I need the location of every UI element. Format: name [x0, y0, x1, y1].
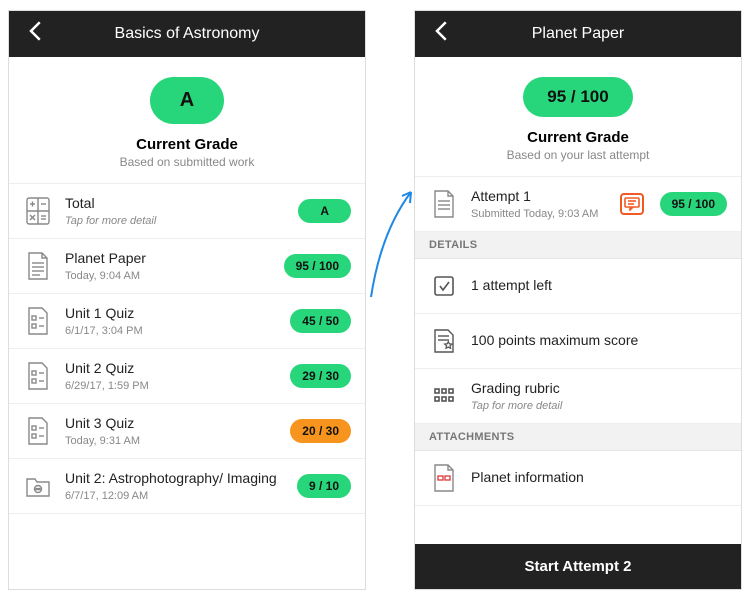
item-title: Planet Paper: [65, 250, 272, 268]
points-icon: [429, 324, 459, 358]
grade-item-total[interactable]: Total Tap for more detail A: [9, 184, 365, 239]
detail-attempts-left: 1 attempt left: [415, 259, 741, 314]
back-button[interactable]: [427, 16, 457, 52]
grade-pill: 9 / 10: [297, 474, 351, 498]
feedback-icon: [624, 197, 640, 211]
detail-rubric[interactable]: Grading rubric Tap for more detail: [415, 369, 741, 424]
overall-grade-pill: A: [150, 77, 224, 124]
item-sub: 6/1/17, 3:04 PM: [65, 325, 278, 337]
grade-item-unit3-quiz[interactable]: Unit 3 Quiz Today, 9:31 AM 20 / 30: [9, 404, 365, 459]
calculator-icon: [23, 194, 53, 228]
feedback-badge[interactable]: [620, 193, 644, 215]
rubric-icon: [429, 379, 459, 413]
test-icon: [23, 414, 53, 448]
attempt-score-pill: 95 / 100: [660, 192, 727, 216]
current-grade-sublabel: Based on your last attempt: [415, 148, 741, 162]
header: Basics of Astronomy: [9, 11, 365, 57]
attachment-doc-icon: [429, 461, 459, 495]
grade-pill: 29 / 30: [290, 364, 351, 388]
grade-item-unit1-quiz[interactable]: Unit 1 Quiz 6/1/17, 3:04 PM 45 / 50: [9, 294, 365, 349]
score-pill: 95 / 100: [523, 77, 632, 117]
header: Planet Paper: [415, 11, 741, 57]
test-icon: [23, 304, 53, 338]
folder-discussion-icon: [23, 469, 53, 503]
detail-max-points: 100 points maximum score: [415, 314, 741, 369]
current-grade-sublabel: Based on submitted work: [9, 155, 365, 169]
grade-item-unit2-quiz[interactable]: Unit 2 Quiz 6/29/17, 1:59 PM 29 / 30: [9, 349, 365, 404]
grade-pill: A: [298, 199, 351, 223]
attachments-section-label: ATTACHMENTS: [415, 424, 741, 451]
item-title: Unit 1 Quiz: [65, 305, 278, 323]
grade-item-astrophotography[interactable]: Unit 2: Astrophotography/ Imaging 6/7/17…: [9, 459, 365, 514]
detail-text: 100 points maximum score: [471, 332, 727, 350]
item-title: Unit 2: Astrophotography/ Imaging: [65, 470, 285, 488]
detail-sub: Tap for more detail: [471, 400, 727, 412]
grade-pill: 20 / 30: [290, 419, 351, 443]
item-sub: 6/29/17, 1:59 PM: [65, 380, 278, 392]
attachment-title: Planet information: [471, 469, 727, 487]
arrow-left-icon: [21, 16, 51, 46]
document-icon: [429, 187, 459, 221]
test-icon: [23, 359, 53, 393]
detail-text: Grading rubric: [471, 380, 727, 398]
checkbox-icon: [429, 269, 459, 303]
grade-summary: 95 / 100 Current Grade Based on your las…: [415, 57, 741, 177]
item-title: Unit 2 Quiz: [65, 360, 278, 378]
item-sub: Tap for more detail: [65, 215, 286, 227]
grade-pill: 45 / 50: [290, 309, 351, 333]
back-button[interactable]: [21, 16, 51, 52]
item-title: Total: [65, 195, 286, 213]
assignment-detail-screen: Planet Paper 95 / 100 Current Grade Base…: [414, 10, 742, 590]
grade-summary: A Current Grade Based on submitted work: [9, 57, 365, 184]
item-sub: Today, 9:04 AM: [65, 270, 272, 282]
attachment-row[interactable]: Planet information: [415, 451, 741, 506]
item-sub: Today, 9:31 AM: [65, 435, 278, 447]
page-title: Basics of Astronomy: [51, 25, 323, 43]
arrow-left-icon: [427, 16, 457, 46]
item-sub: 6/7/17, 12:09 AM: [65, 490, 285, 502]
page-title: Planet Paper: [457, 25, 699, 43]
item-title: Unit 3 Quiz: [65, 415, 278, 433]
detail-text: 1 attempt left: [471, 277, 727, 295]
grade-pill: 95 / 100: [284, 254, 351, 278]
current-grade-label: Current Grade: [415, 129, 741, 146]
attempt-sub: Submitted Today, 9:03 AM: [471, 208, 608, 220]
grade-item-list: Total Tap for more detail A Planet Paper…: [9, 184, 365, 589]
attempt-row[interactable]: Attempt 1 Submitted Today, 9:03 AM 95 / …: [415, 177, 741, 232]
current-grade-label: Current Grade: [9, 136, 365, 153]
grade-item-planet-paper[interactable]: Planet Paper Today, 9:04 AM 95 / 100: [9, 239, 365, 294]
document-icon: [23, 249, 53, 283]
grades-screen: Basics of Astronomy A Current Grade Base…: [8, 10, 366, 590]
details-section-label: DETAILS: [415, 232, 741, 259]
start-attempt-button[interactable]: Start Attempt 2: [415, 544, 741, 589]
attempt-title: Attempt 1: [471, 188, 608, 206]
